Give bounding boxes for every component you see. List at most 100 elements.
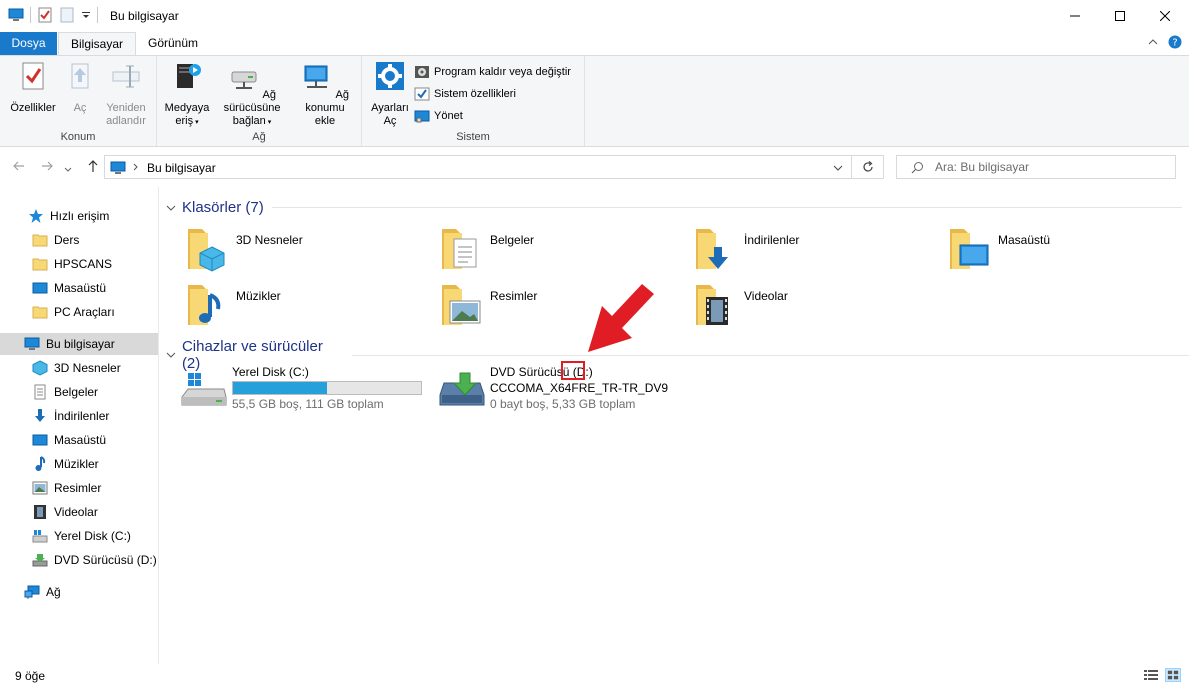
nav-item-ders[interactable]: Ders <box>0 229 158 251</box>
section-folders-header[interactable]: Klasörler (7) <box>166 199 1182 216</box>
nav-item-hpscans[interactable]: HPSCANS <box>0 253 158 275</box>
folder-item-videos[interactable]: Videolar <box>692 281 932 333</box>
nav-label: Hızlı erişim <box>50 209 110 223</box>
annotation-arrow-icon <box>588 284 654 352</box>
open-button[interactable]: Aç <box>64 60 96 115</box>
rename-button[interactable]: Yeniden adlandır <box>100 60 152 128</box>
nav-item-documents[interactable]: Belgeler <box>0 381 158 403</box>
settings-label-line1: Ayarları <box>371 102 409 114</box>
drive-name: Yerel Disk (C:) <box>232 365 309 379</box>
media-access-button[interactable]: Medyaya eriş ▾ <box>161 60 213 129</box>
svg-text:?: ? <box>1172 38 1177 49</box>
folder-item-music[interactable]: Müzikler <box>184 281 424 333</box>
folder-item-3d-objects[interactable]: 3D Nesneler <box>184 225 424 277</box>
nav-item-dvd-drive[interactable]: DVD Sürücüsü (D:) C <box>0 549 158 571</box>
properties-icon[interactable] <box>37 7 53 23</box>
cube-icon <box>32 360 48 376</box>
details-view-icon[interactable] <box>1143 668 1159 682</box>
nav-item-videos[interactable]: Videolar <box>0 501 158 523</box>
tab-computer[interactable]: Bilgisayar <box>58 32 137 56</box>
address-bar[interactable]: Bu bilgisayar <box>104 155 852 179</box>
up-button[interactable] <box>86 159 100 176</box>
window-title: Bu bilgisayar <box>110 9 179 23</box>
rename-label-line2: adlandır <box>106 115 146 127</box>
arrow-up-icon <box>88 160 98 172</box>
group-label-location: Konum <box>60 131 96 143</box>
network-icon <box>24 585 40 599</box>
tab-file[interactable]: Dosya <box>0 32 57 55</box>
chevron-down-icon[interactable] <box>833 164 843 172</box>
search-box[interactable] <box>896 155 1176 179</box>
nav-label: Videolar <box>54 505 98 519</box>
nav-item-downloads[interactable]: İndirilenler <box>0 405 158 427</box>
properties-button[interactable]: Özellikler <box>6 60 60 115</box>
navigation-pane: Hızlı erişim Ders HPSCANS Masaüstü PC Ar… <box>0 187 159 664</box>
close-button[interactable] <box>1142 0 1188 32</box>
drive-item-local-disk[interactable]: Yerel Disk (C:) 55,5 GB boş, 111 GB topl… <box>180 365 422 415</box>
folder-item-downloads[interactable]: İndirilenler <box>692 225 932 277</box>
tab-view[interactable]: Görünüm <box>136 32 210 55</box>
new-folder-icon[interactable] <box>59 7 75 23</box>
nav-this-pc[interactable]: Bu bilgisayar <box>0 333 158 355</box>
section-title: Klasörler (7) <box>182 199 264 216</box>
add-network-location-button[interactable]: Ağ konumu ekle <box>293 60 357 128</box>
close-icon <box>1160 11 1170 21</box>
chevron-down-icon: ▾ <box>193 119 199 126</box>
search-input[interactable] <box>935 159 1165 175</box>
settings-label-line2: Aç <box>383 115 397 127</box>
media-server-icon <box>177 64 201 88</box>
drive-usage-bar <box>232 381 422 395</box>
nav-item-desktop-quick[interactable]: Masaüstü <box>0 277 158 299</box>
ribbon-tabs: Dosya Bilgisayar Görünüm ? <box>0 32 1189 56</box>
toolbar-separator <box>30 7 31 23</box>
group-label-system: Sistem <box>456 131 490 143</box>
manage-button[interactable]: Yönet <box>414 108 463 124</box>
group-location: Özellikler Aç Yeniden adlandır Konum <box>0 56 157 146</box>
map-drive-label-line2: bağlan <box>232 115 266 127</box>
large-icons-view-icon[interactable] <box>1165 668 1181 682</box>
dvd-drive-icon <box>439 372 485 406</box>
folder-icon <box>32 306 48 319</box>
hard-drive-icon <box>181 373 227 406</box>
group-label-network: Ağ <box>252 131 266 143</box>
breadcrumb[interactable]: Bu bilgisayar <box>147 161 216 175</box>
minimize-icon <box>1070 15 1080 17</box>
nav-item-desktop[interactable]: Masaüstü <box>0 429 158 451</box>
folder-icon <box>32 258 48 271</box>
chevron-down-icon[interactable] <box>81 10 91 20</box>
uninstall-program-button[interactable]: Program kaldır veya değiştir <box>414 64 571 80</box>
nav-quick-access[interactable]: Hızlı erişim <box>0 205 158 227</box>
properties-label: Özellikler <box>10 102 56 114</box>
nav-item-3d-objects[interactable]: 3D Nesneler <box>0 357 158 379</box>
refresh-icon <box>862 161 873 172</box>
nav-item-local-disk[interactable]: Yerel Disk (C:) <box>0 525 158 547</box>
folder-item-desktop[interactable]: Masaüstü <box>946 225 1186 277</box>
maximize-button[interactable] <box>1097 0 1143 32</box>
map-network-drive-button[interactable]: Ağ sürücüsüne bağlan ▾ <box>213 60 291 129</box>
folder-item-documents[interactable]: Belgeler <box>438 225 678 277</box>
back-button[interactable] <box>12 159 26 176</box>
content-area: Klasörler (7) 3D Nesneler Belgeler İndir… <box>160 187 1189 664</box>
desktop-icon <box>32 434 48 446</box>
open-settings-button[interactable]: Ayarları Aç <box>368 60 412 128</box>
refresh-button[interactable] <box>852 155 884 179</box>
recent-locations-button[interactable] <box>64 161 72 177</box>
music-note-icon <box>35 456 46 471</box>
nav-item-pc-tools[interactable]: PC Araçları <box>0 301 158 323</box>
open-icon <box>71 63 89 89</box>
drive-space-info: 0 bayt boş, 5,33 GB toplam <box>490 397 636 411</box>
help-button[interactable]: ? <box>1168 35 1182 52</box>
folder-downloads-icon <box>696 229 728 269</box>
folder-name: Belgeler <box>490 233 535 247</box>
minimize-button[interactable] <box>1052 0 1098 32</box>
nav-item-pictures[interactable]: Resimler <box>0 477 158 499</box>
computer-icon <box>8 8 24 21</box>
folder-name: Müzikler <box>236 289 281 303</box>
system-properties-button[interactable]: Sistem özellikleri <box>414 86 516 102</box>
open-label: Aç <box>73 102 87 114</box>
arrow-left-icon <box>13 161 24 171</box>
collapse-ribbon-button[interactable] <box>1148 36 1158 50</box>
forward-button[interactable] <box>40 159 54 176</box>
nav-network[interactable]: Ağ <box>0 581 158 603</box>
nav-item-music[interactable]: Müzikler <box>0 453 158 475</box>
